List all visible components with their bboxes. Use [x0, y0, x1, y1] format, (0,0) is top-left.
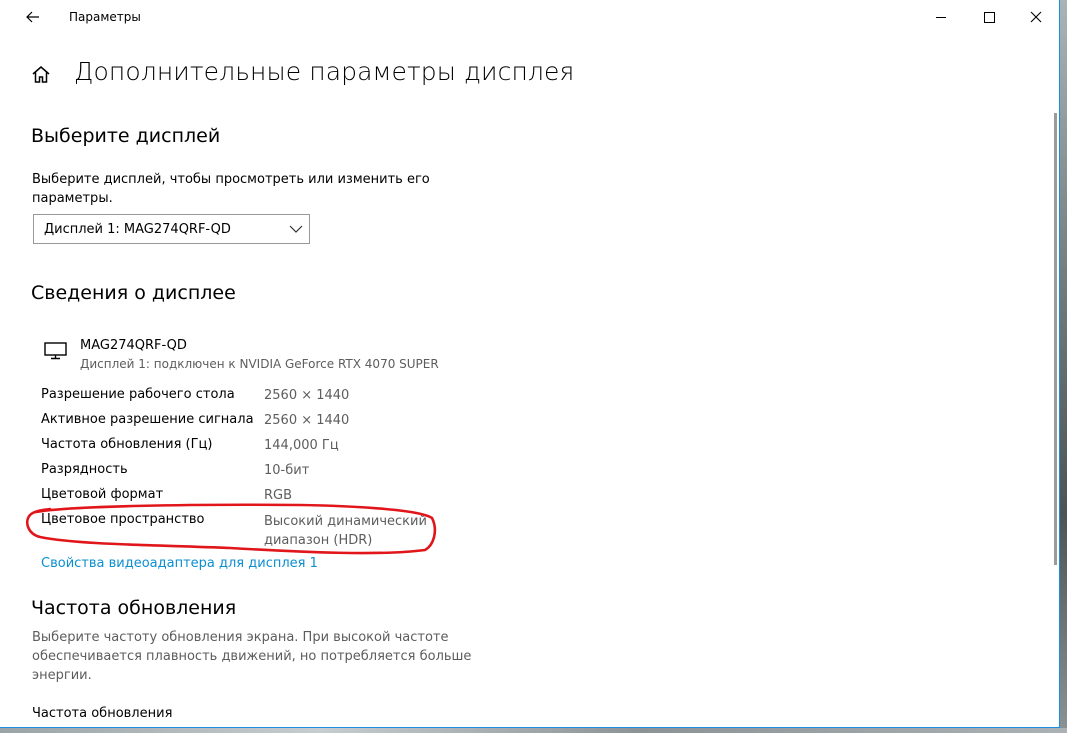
property-label-active-signal-resolution: Активное разрешение сигнала: [41, 412, 254, 427]
color-space-value-line1: Высокий динамический: [264, 514, 427, 529]
refresh-rate-description-line2: обеспечивается плавность движений, но по…: [32, 649, 472, 664]
close-button[interactable]: [1013, 0, 1059, 34]
display-info-heading: Сведения о дисплее: [31, 282, 236, 304]
select-display-description: Выберите дисплей, чтобы просмотреть или …: [32, 170, 430, 208]
back-arrow-icon[interactable]: [22, 6, 44, 28]
maximize-button[interactable]: [966, 0, 1012, 34]
property-value-bit-depth: 10-бит: [264, 463, 310, 478]
property-value-active-signal-resolution: 2560 × 1440: [264, 413, 350, 428]
property-label-desktop-resolution: Разрешение рабочего стола: [41, 387, 235, 402]
display-select-value: Дисплей 1: MAG274QRF-QD: [44, 222, 231, 237]
page-title: Дополнительные параметры дисплея: [74, 57, 575, 86]
minimize-button[interactable]: [918, 0, 964, 34]
desktop-background-bottom: [0, 728, 1067, 733]
refresh-rate-field-label: Частота обновления: [32, 706, 173, 721]
property-label-color-format: Цветовой формат: [41, 487, 164, 502]
refresh-rate-description: Выберите частоту обновления экрана. При …: [32, 628, 471, 685]
monitor-name: MAG274QRF-QD: [80, 338, 187, 353]
property-label-color-space: Цветовое пространство: [41, 512, 205, 527]
settings-window: Параметры Дополнительные параметры диспл…: [0, 0, 1060, 728]
refresh-rate-heading: Частота обновления: [31, 597, 237, 619]
property-value-color-space: Высокий динамический диапазон (HDR): [264, 512, 427, 550]
monitor-subtitle: Дисплей 1: подключен к NVIDIA GeForce RT…: [80, 357, 439, 371]
maximize-icon: [984, 12, 995, 23]
property-value-refresh-rate: 144,000 Гц: [264, 438, 339, 453]
property-value-desktop-resolution: 2560 × 1440: [264, 388, 350, 403]
refresh-rate-description-line1: Выберите частоту обновления экрана. При …: [32, 630, 449, 645]
monitor-icon: [44, 341, 68, 365]
window-title: Параметры: [69, 10, 141, 24]
adapter-properties-link[interactable]: Свойства видеоадаптера для дисплея 1: [41, 556, 318, 571]
minimize-icon: [936, 17, 946, 18]
title-bar: Параметры: [0, 0, 1059, 35]
scrollbar[interactable]: [1054, 113, 1057, 565]
chevron-down-icon: [289, 225, 303, 233]
select-display-description-line1: Выберите дисплей, чтобы просмотреть или …: [32, 172, 430, 187]
close-icon: [1030, 11, 1042, 23]
display-select-dropdown[interactable]: Дисплей 1: MAG274QRF-QD: [33, 214, 310, 244]
home-icon[interactable]: [31, 64, 51, 84]
property-label-refresh-rate: Частота обновления (Гц): [41, 437, 213, 452]
property-label-bit-depth: Разрядность: [41, 462, 128, 477]
select-display-description-line2: параметры.: [32, 191, 113, 206]
color-space-value-line2: диапазон (HDR): [264, 533, 373, 548]
select-display-heading: Выберите дисплей: [31, 125, 221, 147]
refresh-rate-description-line3: энергии.: [32, 668, 92, 683]
desktop-background-edge: [1059, 0, 1067, 733]
property-value-color-format: RGB: [264, 488, 293, 503]
